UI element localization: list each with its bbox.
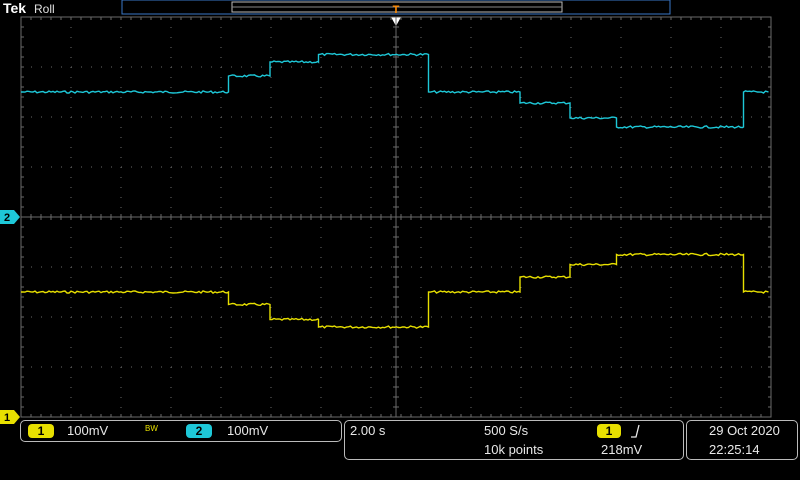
timebase-trigger-panel: 2.00 s 500 S/s 10k points 1 218mV	[344, 420, 684, 460]
record-length[interactable]: 10k points	[484, 442, 543, 457]
ch1-ground-marker[interactable]: 1	[0, 410, 20, 424]
scope-display: Tek Roll T 2 1	[0, 0, 772, 424]
graticule	[20, 16, 772, 418]
datetime-panel: 29 Oct 2020 22:25:14	[686, 420, 798, 460]
acquisition-mode-label: Roll	[34, 2, 55, 16]
bandwidth-limit-indicator: BW	[145, 424, 158, 433]
brand-logo: Tek	[3, 0, 26, 16]
ch2-scale[interactable]: 100mV	[227, 423, 268, 438]
sample-rate[interactable]: 500 S/s	[484, 423, 528, 438]
trigger-level[interactable]: 218mV	[601, 442, 642, 457]
horizontal-scale[interactable]: 2.00 s	[350, 423, 385, 438]
date-label: 29 Oct 2020	[709, 423, 780, 438]
trigger-source-badge[interactable]: 1	[597, 424, 621, 438]
trigger-position-label: T	[393, 4, 400, 16]
ch1-badge[interactable]: 1	[28, 424, 54, 438]
ch2-ground-marker[interactable]: 2	[0, 210, 20, 224]
ch1-ground-label: 1	[4, 412, 10, 424]
channel-status-panel: 1 100mV BW 2 100mV	[20, 420, 342, 442]
time-label: 22:25:14	[709, 442, 760, 457]
ch1-scale[interactable]: 100mV	[67, 423, 108, 438]
ch2-badge[interactable]: 2	[186, 424, 212, 438]
ch2-ground-label: 2	[4, 212, 10, 224]
rising-edge-icon	[631, 424, 640, 438]
